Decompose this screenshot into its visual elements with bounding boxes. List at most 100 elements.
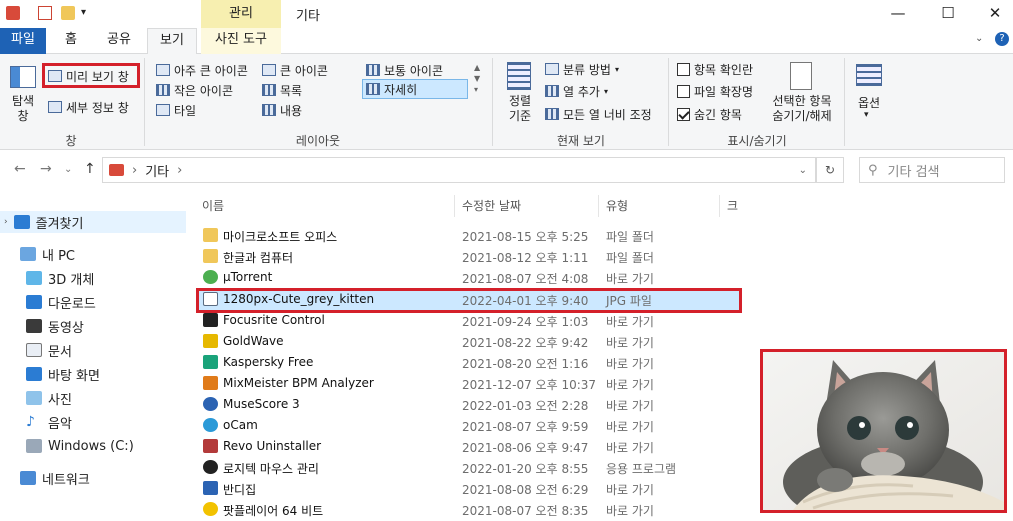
item-checkboxes-toggle[interactable]: 항목 확인란	[677, 59, 753, 79]
file-name: 팟플레이어 64 비트	[223, 504, 324, 518]
minimize-button[interactable]: —	[875, 0, 921, 28]
recent-locations-icon[interactable]: ⌄	[64, 164, 72, 175]
file-row[interactable]: Revo Uninstaller 2021-08-06 오후 9:47 바로 가기	[196, 436, 741, 457]
show-hide-group-label: 표시/숨기기	[727, 134, 787, 148]
layout-tiles[interactable]: 타일	[156, 100, 196, 120]
forward-arrow-icon[interactable]: →	[40, 161, 52, 177]
quick-access-dropdown-icon[interactable]: ▾	[81, 6, 95, 20]
file-row[interactable]: MixMeister BPM Analyzer 2021-12-07 오후 10:…	[196, 373, 741, 394]
nav-item-network[interactable]: 네트워크	[20, 467, 90, 489]
nav-item-documents[interactable]: 문서	[26, 339, 72, 361]
back-arrow-icon[interactable]: ←	[14, 161, 26, 177]
up-arrow-icon[interactable]: ↑	[84, 161, 96, 177]
checkbox[interactable]	[677, 62, 690, 76]
column-header-name[interactable]: 이름	[196, 193, 224, 219]
file-row[interactable]: 한글과 컴퓨터 2021-08-12 오후 1:11 파일 폴더	[196, 246, 741, 267]
sort-by-button[interactable]: 정렬 기준	[500, 94, 540, 124]
nav-item-videos[interactable]: 동영상	[26, 315, 84, 337]
folder-app-icon	[6, 6, 20, 20]
search-input[interactable]: ⚲ 기타 검색	[859, 157, 1005, 183]
tab-share[interactable]: 공유	[98, 28, 140, 54]
column-header-size[interactable]: 크	[721, 193, 738, 219]
help-icon[interactable]: ?	[995, 32, 1009, 46]
nav-item-3d-objects[interactable]: 3D 개체	[26, 267, 94, 289]
new-folder-icon[interactable]	[61, 6, 75, 20]
checkbox-checked[interactable]	[677, 107, 690, 121]
address-bar[interactable]: › 기타 › ⌄	[102, 157, 816, 183]
nav-item-windows-drive[interactable]: Windows (C:)	[26, 435, 134, 457]
column-divider[interactable]	[454, 195, 455, 217]
kaspersky-icon	[203, 355, 218, 369]
layout-list[interactable]: 목록	[262, 80, 302, 100]
file-extensions-toggle[interactable]: 파일 확장명	[677, 81, 753, 101]
nav-item-downloads[interactable]: 다운로드	[26, 291, 96, 313]
tab-view[interactable]: 보기	[147, 28, 197, 55]
file-row[interactable]: 마이크로소프트 오피스 2021-08-15 오후 5:25 파일 폴더	[196, 225, 741, 246]
file-row[interactable]: 반디집 2021-08-08 오전 6:29 바로 가기	[196, 478, 741, 499]
details-icon	[366, 83, 380, 95]
tab-home[interactable]: 홈	[56, 28, 86, 54]
add-columns-label: 열 추가	[563, 84, 600, 99]
breadcrumb-current[interactable]: 기타	[145, 161, 169, 180]
kitten-image	[763, 352, 1004, 510]
column-divider[interactable]	[598, 195, 599, 217]
size-all-columns-label: 모든 열 너비 조정	[563, 107, 652, 122]
breadcrumb-separator-icon[interactable]: ›	[132, 163, 137, 178]
hide-selected-button[interactable]: 선택한 항목 숨기기/해제	[764, 94, 840, 124]
network-icon	[20, 471, 36, 485]
file-row[interactable]: MuseScore 3 2022-01-03 오전 2:28 바로 가기	[196, 394, 741, 415]
file-row[interactable]: 로지텍 마우스 관리 2022-01-20 오후 8:55 응용 프로그램	[196, 457, 741, 478]
breadcrumb-separator-icon[interactable]: ›	[177, 163, 182, 178]
file-row[interactable]: Kaspersky Free 2021-08-20 오전 1:16 바로 가기	[196, 352, 741, 373]
layout-large-icons[interactable]: 큰 아이콘	[262, 60, 328, 80]
nav-item-pictures[interactable]: 사진	[26, 387, 72, 409]
sort-by-icon	[507, 62, 531, 90]
size-all-columns-button[interactable]: 모든 열 너비 조정	[545, 104, 652, 124]
list-label: 목록	[280, 83, 303, 98]
file-row[interactable]: GoldWave 2021-08-22 오후 9:42 바로 가기	[196, 331, 741, 352]
hidden-items-toggle[interactable]: 숨긴 항목	[677, 104, 742, 124]
medium-icons-icon	[366, 64, 380, 76]
layout-medium-icons[interactable]: 보통 아이콘	[366, 60, 443, 80]
layout-content[interactable]: 내용	[262, 100, 302, 120]
file-name: 반디집	[223, 483, 257, 497]
maximize-button[interactable]: ☐	[925, 0, 971, 28]
layout-extra-large-icons[interactable]: 아주 큰 아이콘	[156, 60, 248, 80]
layout-scroll-icon[interactable]: ▲ ▼ ▾	[474, 62, 480, 95]
nav-item-desktop[interactable]: 바탕 화면	[26, 363, 100, 385]
search-placeholder: 기타 검색	[887, 164, 940, 180]
group-by-button[interactable]: 분류 방법 ▾	[545, 59, 619, 79]
file-row[interactable]: 팟플레이어 64 비트 2021-08-07 오전 8:35 바로 가기	[196, 499, 741, 520]
tab-file[interactable]: 파일	[0, 28, 46, 54]
address-dropdown-icon[interactable]: ⌄	[799, 165, 807, 176]
collapse-ribbon-icon[interactable]: ⌄	[975, 33, 983, 44]
file-date: 2021-08-15 오후 5:25	[462, 230, 589, 244]
add-columns-button[interactable]: 열 추가 ▾	[545, 81, 608, 101]
layout-details[interactable]: 자세히	[362, 79, 468, 99]
nav-item-music[interactable]: ♪ 음악	[26, 411, 72, 433]
nav-item-this-pc[interactable]: 내 PC	[20, 243, 75, 265]
options-button[interactable]: 옵션	[852, 94, 886, 111]
film-icon	[26, 319, 42, 333]
file-row[interactable]: oCam 2021-08-07 오후 9:59 바로 가기	[196, 415, 741, 436]
nav-item-quick-access[interactable]: › 즐겨찾기	[0, 211, 186, 233]
refresh-button[interactable]: ↻	[816, 157, 844, 183]
layout-small-icons[interactable]: 작은 아이콘	[156, 80, 233, 100]
manage-contextual-tab[interactable]: 관리	[201, 0, 281, 28]
properties-icon[interactable]	[38, 6, 52, 20]
checkbox[interactable]	[677, 84, 690, 98]
close-button[interactable]: ✕	[972, 0, 1013, 28]
column-header-type[interactable]: 유형	[600, 193, 628, 219]
tiles-icon	[156, 104, 170, 116]
folder-icon	[203, 249, 218, 263]
chevron-right-icon[interactable]: ›	[4, 217, 8, 227]
file-date: 2022-01-03 오전 2:28	[462, 399, 589, 413]
navigation-pane-button[interactable]: 탐색 창	[8, 94, 38, 124]
column-divider[interactable]	[719, 195, 720, 217]
column-header-date[interactable]: 수정한 날짜	[456, 193, 521, 219]
file-row[interactable]: Focusrite Control 2021-09-24 오후 1:03 바로 가기	[196, 310, 741, 331]
folder-icon	[203, 228, 218, 242]
tab-picture-tools[interactable]: 사진 도구	[201, 28, 281, 54]
file-row[interactable]: µTorrent 2021-08-07 오전 4:08 바로 가기	[196, 267, 741, 288]
details-pane-button[interactable]: 세부 정보 창	[48, 97, 129, 117]
